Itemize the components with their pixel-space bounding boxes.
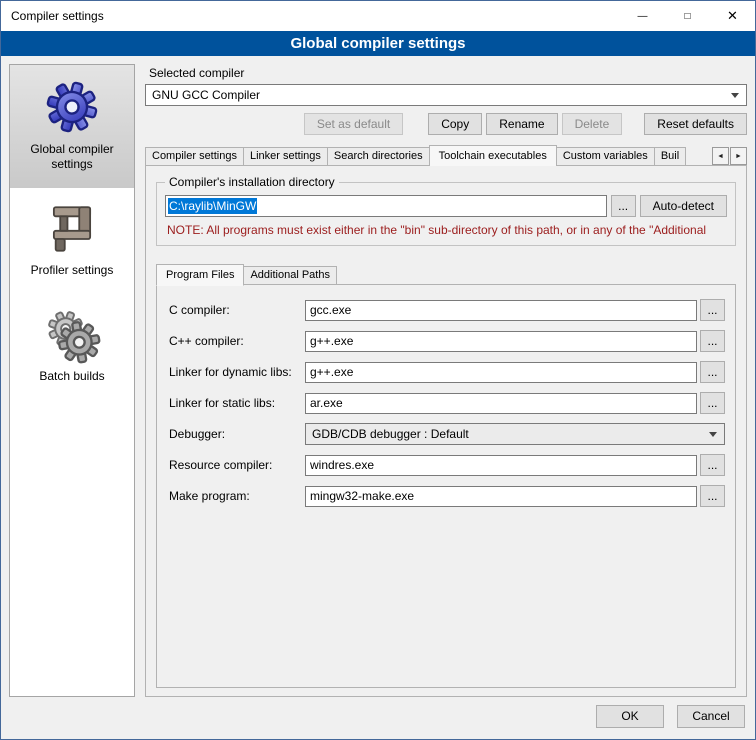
static-linker-browse-button[interactable]: ... — [700, 392, 725, 414]
titlebar: Compiler settings — □ ✕ — [1, 1, 755, 31]
installation-directory-input[interactable]: C:\raylib\MinGW — [165, 195, 607, 217]
tab-program-files[interactable]: Program Files — [156, 264, 244, 286]
settings-tabs: Compiler settings Linker settings Search… — [145, 145, 747, 166]
installation-directory-browse-button[interactable]: ... — [611, 195, 636, 217]
compiler-settings-window: Compiler settings — □ ✕ Global compiler … — [0, 0, 756, 740]
profiler-tool-icon — [43, 200, 101, 258]
debugger-field: Debugger: GDB/CDB debugger : Default — [169, 423, 725, 445]
tab-scroll-left-button[interactable]: ◄ — [712, 147, 729, 165]
c-compiler-field: C compiler: ... — [169, 299, 725, 321]
rename-button[interactable]: Rename — [486, 113, 557, 135]
c-compiler-label: C compiler: — [169, 303, 305, 317]
delete-button[interactable]: Delete — [562, 113, 623, 135]
chevron-down-icon — [702, 424, 724, 444]
installation-directory-group: Compiler's installation directory C:\ray… — [156, 182, 736, 246]
program-files-panel: C compiler: ... C++ compiler: ... Linker… — [156, 284, 736, 688]
close-button[interactable]: ✕ — [710, 1, 755, 31]
cpp-compiler-field: C++ compiler: ... — [169, 330, 725, 352]
debugger-label: Debugger: — [169, 427, 305, 441]
cpp-compiler-label: C++ compiler: — [169, 334, 305, 348]
make-program-label: Make program: — [169, 489, 305, 503]
dynamic-linker-input[interactable] — [305, 362, 697, 383]
auto-detect-button[interactable]: Auto-detect — [640, 195, 727, 217]
tab-custom-variables[interactable]: Custom variables — [556, 147, 655, 166]
installation-directory-group-title: Compiler's installation directory — [165, 175, 339, 189]
make-program-field: Make program: ... — [169, 485, 725, 507]
installation-directory-selected-text: C:\raylib\MinGW — [168, 198, 257, 214]
debugger-combobox[interactable]: GDB/CDB debugger : Default — [305, 423, 725, 445]
sidebar-item-label: Profiler settings — [31, 263, 114, 278]
tab-scrollers: ◄ ► — [712, 147, 747, 165]
tab-compiler-settings[interactable]: Compiler settings — [145, 147, 244, 166]
sidebar-item-global-compiler-settings[interactable]: Global compiler settings — [10, 65, 134, 188]
selected-compiler-value: GNU GCC Compiler — [152, 88, 260, 102]
make-program-input[interactable] — [305, 486, 697, 507]
compiler-actions: Set as default Copy Rename Delete Reset … — [145, 113, 747, 135]
make-program-browse-button[interactable]: ... — [700, 485, 725, 507]
window-controls: — □ ✕ — [620, 1, 755, 31]
window-title: Compiler settings — [1, 9, 104, 23]
reset-defaults-button[interactable]: Reset defaults — [644, 113, 747, 135]
tab-additional-paths[interactable]: Additional Paths — [243, 266, 337, 285]
ok-button[interactable]: OK — [596, 705, 664, 728]
resource-compiler-label: Resource compiler: — [169, 458, 305, 472]
maximize-button[interactable]: □ — [665, 1, 710, 31]
dialog-footer: OK Cancel — [1, 701, 755, 739]
static-linker-field: Linker for static libs: ... — [169, 392, 725, 414]
cancel-button[interactable]: Cancel — [677, 705, 745, 728]
cpp-compiler-browse-button[interactable]: ... — [700, 330, 725, 352]
tab-toolchain-executables[interactable]: Toolchain executables — [429, 145, 557, 166]
sidebar-item-label: Global compiler settings — [14, 142, 130, 172]
selected-compiler-label: Selected compiler — [149, 66, 747, 80]
sidebar-item-label: Batch builds — [39, 369, 104, 384]
static-linker-label: Linker for static libs: — [169, 396, 305, 410]
dynamic-linker-field: Linker for dynamic libs: ... — [169, 361, 725, 383]
tab-search-directories[interactable]: Search directories — [327, 147, 430, 166]
program-tabs: Program Files Additional Paths — [154, 264, 738, 285]
tab-linker-settings[interactable]: Linker settings — [243, 147, 328, 166]
dialog-body: Global compiler settings Profiler settin… — [1, 56, 755, 701]
cpp-compiler-input[interactable] — [305, 331, 697, 352]
installation-directory-row: C:\raylib\MinGW ... Auto-detect — [165, 195, 727, 217]
toolchain-executables-panel: Compiler's installation directory C:\ray… — [145, 165, 747, 697]
resource-compiler-field: Resource compiler: ... — [169, 454, 725, 476]
batch-builds-icon — [43, 306, 101, 364]
tab-build-options[interactable]: Buil — [654, 147, 686, 166]
debugger-value: GDB/CDB debugger : Default — [312, 427, 469, 441]
minimize-button[interactable]: — — [620, 1, 665, 31]
dialog-header: Global compiler settings — [1, 31, 755, 56]
c-compiler-browse-button[interactable]: ... — [700, 299, 725, 321]
dynamic-linker-browse-button[interactable]: ... — [700, 361, 725, 383]
selected-compiler-combobox[interactable]: GNU GCC Compiler — [145, 84, 747, 106]
set-as-default-button[interactable]: Set as default — [304, 113, 403, 135]
gear-icon — [42, 77, 102, 137]
static-linker-input[interactable] — [305, 393, 697, 414]
tab-scroll-right-button[interactable]: ► — [730, 147, 747, 165]
dynamic-linker-label: Linker for dynamic libs: — [169, 365, 305, 379]
chevron-down-icon — [724, 85, 746, 105]
c-compiler-input[interactable] — [305, 300, 697, 321]
note-text: NOTE: All programs must exist either in … — [167, 223, 725, 237]
resource-compiler-input[interactable] — [305, 455, 697, 476]
copy-button[interactable]: Copy — [428, 113, 482, 135]
sidebar-item-batch-builds[interactable]: Batch builds — [10, 294, 134, 400]
sidebar-item-profiler-settings[interactable]: Profiler settings — [10, 188, 134, 294]
resource-compiler-browse-button[interactable]: ... — [700, 454, 725, 476]
settings-category-list: Global compiler settings Profiler settin… — [9, 64, 135, 697]
main-panel: Selected compiler GNU GCC Compiler Set a… — [145, 64, 747, 697]
